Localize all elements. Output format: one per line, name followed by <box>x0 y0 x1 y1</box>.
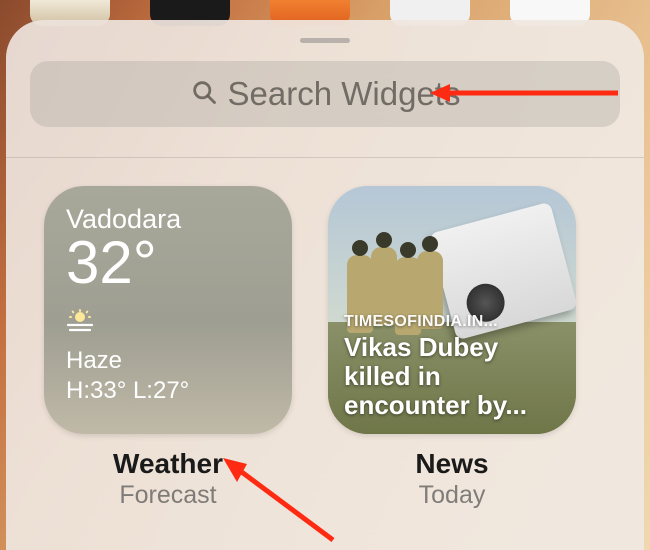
widget-gallery-sheet: Search Widgets Vadodara 32° <box>6 20 644 550</box>
widget-caption-title: News <box>328 448 576 480</box>
weather-temperature: 32° <box>66 233 270 293</box>
widget-item-weather[interactable]: Vadodara 32° <box>44 186 292 510</box>
widget-caption-sub: Today <box>328 481 576 510</box>
news-widget-tile[interactable]: TIMESOFINDIA.IN... Vikas Dubey killed in… <box>328 186 576 434</box>
sheet-grabber[interactable] <box>300 38 350 43</box>
widget-caption-sub: Forecast <box>44 481 292 510</box>
search-widgets-bar[interactable]: Search Widgets <box>30 61 620 127</box>
weather-widget-tile[interactable]: Vadodara 32° <box>44 186 292 434</box>
widget-item-news[interactable]: TIMESOFINDIA.IN... Vikas Dubey killed in… <box>328 186 576 510</box>
search-icon <box>190 78 218 111</box>
weather-condition: Haze <box>66 347 270 375</box>
weather-highlow: H:33° L:27° <box>66 377 270 405</box>
widget-caption-title: Weather <box>44 448 292 480</box>
haze-icon <box>66 309 270 339</box>
search-placeholder: Search Widgets <box>228 75 461 113</box>
news-source: TIMESOFINDIA.IN... <box>344 313 562 331</box>
news-headline: Vikas Dubey killed in encounter by... <box>344 333 562 420</box>
widgets-row: Vadodara 32° <box>6 158 644 510</box>
